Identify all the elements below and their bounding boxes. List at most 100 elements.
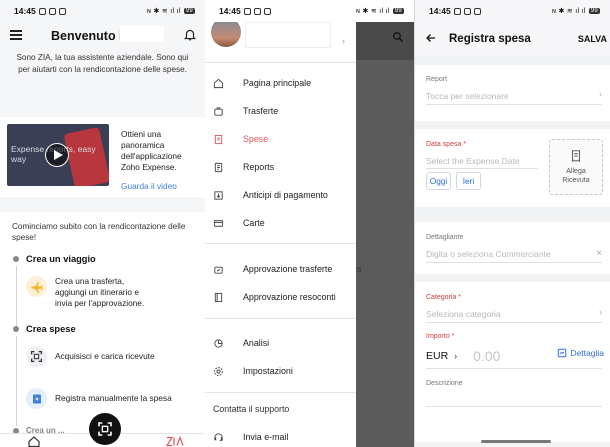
chevron-right-icon[interactable]: › bbox=[454, 351, 457, 361]
save-button[interactable]: SALVA bbox=[578, 34, 607, 44]
yesterday-button[interactable]: Ieri bbox=[456, 172, 481, 190]
menu-item-expenses[interactable]: Spese bbox=[205, 127, 356, 151]
battery-icon: 99 bbox=[588, 8, 600, 14]
menu-item-cards[interactable]: Carte bbox=[205, 211, 356, 235]
redacted-user-name bbox=[245, 22, 331, 48]
getting-started-section: Cominciamo subito con la rendicontazione… bbox=[0, 212, 205, 447]
field-underline bbox=[426, 168, 538, 169]
expense-icon bbox=[214, 134, 223, 144]
amount-label: Importo * bbox=[426, 333, 455, 340]
category-field[interactable]: Seleziona categoria bbox=[426, 309, 501, 319]
bell-icon[interactable] bbox=[183, 27, 197, 42]
app-header: Benvenuto in bbox=[0, 22, 205, 48]
create-trip-item[interactable]: Crea una trasferta, aggiungi un itinerar… bbox=[26, 276, 155, 309]
divider bbox=[205, 62, 356, 63]
menu-item-send-email[interactable]: Invia e-mail bbox=[205, 425, 356, 447]
report-label: Report bbox=[426, 76, 448, 83]
category-label: Categoria * bbox=[426, 294, 462, 301]
scan-receipt-item[interactable]: Acquisisci e carica ricevute bbox=[26, 346, 155, 367]
status-icons: ɴ ✱ ≋ ıl ıl bbox=[147, 8, 181, 15]
field-underline bbox=[426, 368, 602, 369]
clear-icon[interactable]: × bbox=[596, 248, 602, 259]
message-icon bbox=[48, 7, 56, 15]
battery-icon: 99 bbox=[392, 8, 404, 14]
home-tab-icon[interactable] bbox=[28, 436, 40, 447]
chevron-right-icon[interactable]: › bbox=[599, 89, 602, 99]
manual-expense-icon bbox=[26, 388, 47, 409]
trip-approval-icon bbox=[214, 266, 223, 274]
field-underline bbox=[426, 406, 602, 407]
amount-row: EUR › 0.00 bbox=[426, 348, 500, 364]
page-title: Benvenuto in bbox=[51, 29, 131, 43]
mail-icon bbox=[58, 7, 66, 15]
dimmed-background[interactable]: es bbox=[352, 0, 414, 447]
home-indicator bbox=[481, 440, 551, 443]
status-bar: 14:45 ɴ ✱ ≋ ıl ıl 99 bbox=[0, 0, 205, 22]
itemize-label: Dettaglia bbox=[570, 348, 604, 358]
menu-label: Approvazione trasferte bbox=[243, 264, 333, 274]
description-label: Descrizione bbox=[426, 380, 463, 387]
timeline-line bbox=[15, 336, 17, 426]
step-dot bbox=[13, 256, 19, 262]
mail-icon bbox=[263, 7, 271, 15]
step-title: Crea spese bbox=[26, 324, 76, 334]
menu-item-trip-approvals[interactable]: Approvazione trasferte bbox=[205, 257, 356, 281]
back-arrow-icon[interactable] bbox=[425, 32, 437, 44]
step-create-expenses: Crea spese bbox=[13, 324, 76, 334]
scan-fab-button[interactable] bbox=[89, 413, 121, 445]
menu-item-trips[interactable]: Trasferte bbox=[205, 99, 356, 123]
zia-tab-icon[interactable] bbox=[166, 436, 184, 447]
navigation-drawer-screen: es 14:45 ɴ ✱ ≋ ıl ıl 99 › Pagina princip… bbox=[205, 0, 414, 447]
play-icon[interactable] bbox=[45, 143, 69, 167]
advance-icon bbox=[214, 190, 223, 200]
analytics-icon bbox=[214, 338, 223, 348]
reports-icon bbox=[214, 162, 223, 172]
manual-expense-item[interactable]: Registra manualmente la spesa bbox=[26, 388, 172, 409]
chevron-right-icon[interactable]: › bbox=[342, 36, 345, 46]
menu-label: Pagina principale bbox=[243, 78, 312, 88]
message-icon bbox=[463, 7, 471, 15]
mail-icon bbox=[473, 7, 481, 15]
menu-item-report-approvals[interactable]: Approvazione resoconti bbox=[205, 285, 356, 309]
merchant-field[interactable]: Digita o seleziona Commerciante bbox=[426, 249, 551, 259]
amount-input[interactable]: 0.00 bbox=[473, 348, 500, 364]
chevron-right-icon[interactable]: › bbox=[599, 307, 602, 317]
menu-label: Invia e-mail bbox=[243, 432, 289, 442]
divider bbox=[205, 318, 356, 319]
today-button[interactable]: Oggi bbox=[426, 172, 451, 190]
status-time: 14:45 bbox=[429, 6, 451, 16]
report-field[interactable]: Tocca per selezionare bbox=[426, 91, 509, 101]
status-bar: 14:45 ɴ ✱ ≋ ıl ıl 99 bbox=[205, 0, 414, 22]
manual-expense-text: Registra manualmente la spesa bbox=[55, 393, 172, 403]
video-description: Ottieni una panoramica dell'applicazione… bbox=[121, 129, 182, 172]
timeline-line bbox=[15, 266, 17, 328]
attach-receipt-label: Allega Ricevuta bbox=[562, 168, 590, 184]
menu-item-settings[interactable]: Impostazioni bbox=[205, 359, 356, 383]
hamburger-menu-icon[interactable] bbox=[10, 30, 22, 40]
zia-intro-text: Sono ZIA, la tua assistente aziendale. S… bbox=[16, 53, 189, 74]
itemize-button[interactable]: Dettaglia bbox=[557, 348, 604, 358]
watch-video-link[interactable]: Guarda il video bbox=[121, 181, 177, 191]
search-icon[interactable] bbox=[392, 31, 404, 43]
add-expense-screen: 14:45 ɴ ✱ ≋ ıl ıl 99 Registra spesa SALV… bbox=[414, 0, 610, 447]
email-icon bbox=[214, 432, 223, 441]
page-title: Registra spesa bbox=[449, 33, 531, 45]
video-thumbnail[interactable]: Expense reports, easy way bbox=[7, 124, 109, 186]
field-underline bbox=[426, 104, 602, 105]
menu-item-advances[interactable]: Anticipi di pagamento bbox=[205, 183, 356, 207]
currency-selector[interactable]: EUR bbox=[426, 350, 448, 362]
date-field[interactable]: Select the Expense Date bbox=[426, 156, 520, 166]
menu-label: Impostazioni bbox=[243, 366, 293, 376]
menu-label: Approvazione resoconti bbox=[243, 292, 336, 302]
menu-item-home[interactable]: Pagina principale bbox=[205, 71, 356, 95]
menu-label: Spese bbox=[243, 134, 269, 144]
menu-item-analytics[interactable]: Analisi bbox=[205, 331, 356, 355]
menu-item-reports[interactable]: Reports bbox=[205, 155, 356, 179]
video-card: Expense reports, easy way Ottieni una pa… bbox=[0, 117, 205, 197]
merchant-card: Dettagliante Digita o seleziona Commerci… bbox=[415, 222, 610, 274]
whatsapp-icon bbox=[243, 7, 251, 15]
field-underline bbox=[426, 322, 602, 323]
attach-receipt-button[interactable]: Allega Ricevuta bbox=[549, 139, 603, 195]
settings-icon bbox=[214, 366, 223, 376]
form-header: Registra spesa SALVA bbox=[415, 22, 610, 56]
